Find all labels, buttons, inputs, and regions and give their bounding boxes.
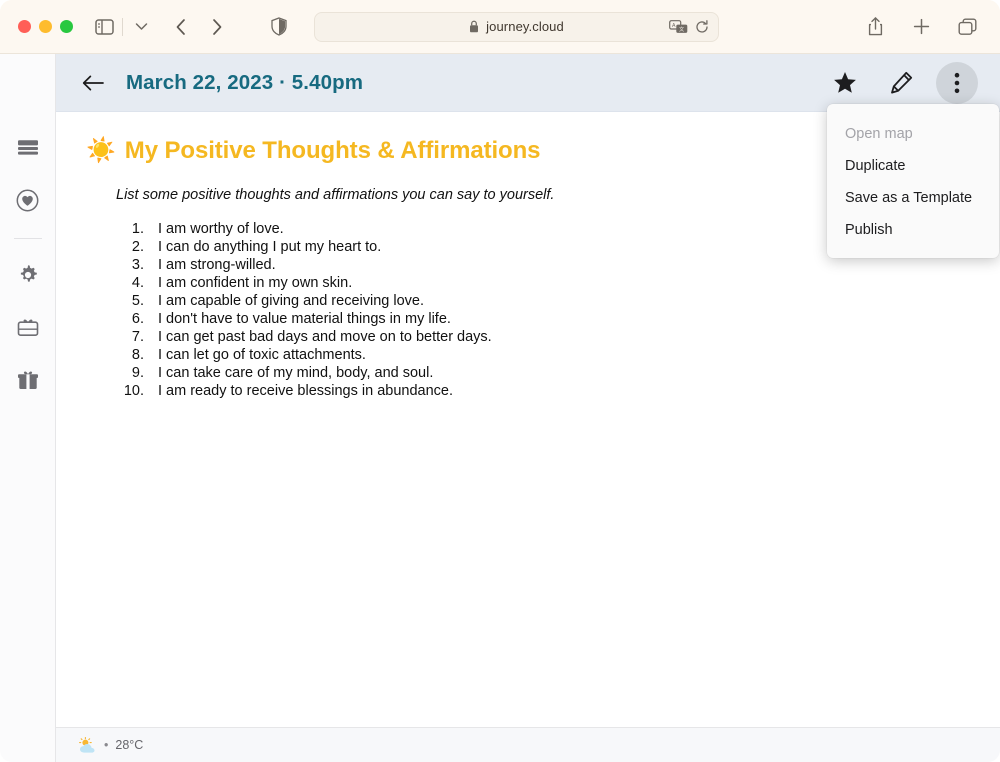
- url-text: journey.cloud: [486, 19, 564, 34]
- translate-icon[interactable]: A文: [669, 19, 688, 34]
- lock-icon: [469, 20, 479, 33]
- gift-card-icon: [17, 318, 39, 337]
- reload-icon[interactable]: [695, 19, 709, 34]
- back-button[interactable]: [82, 75, 104, 91]
- address-bar-content: journey.cloud: [469, 19, 564, 34]
- toolbar-divider: [122, 17, 123, 36]
- menu-item-duplicate[interactable]: Duplicate: [827, 150, 999, 182]
- maximize-window-button[interactable]: [60, 20, 73, 33]
- page-title: March 22, 2023 · 5.40pm: [126, 70, 364, 94]
- share-icon[interactable]: [862, 12, 888, 42]
- list-item: I can take care of my mind, body, and so…: [148, 364, 970, 382]
- gift-box-icon: [17, 369, 39, 390]
- favorite-button[interactable]: [824, 62, 866, 104]
- svg-text:A: A: [672, 23, 676, 29]
- toolbar-right-actions: [862, 12, 986, 42]
- sidebar-item-favorites[interactable]: [10, 182, 46, 218]
- weather-temperature: 28°C: [115, 738, 144, 752]
- more-options-button[interactable]: [936, 61, 978, 104]
- browser-toolbar: journey.cloud A文: [0, 0, 1000, 53]
- privacy-shield-icon[interactable]: [266, 12, 292, 42]
- sidebar-item-journal[interactable]: [10, 130, 46, 166]
- star-icon: [833, 71, 857, 94]
- sidebar-item-settings[interactable]: [10, 257, 46, 293]
- entry-header-actions: [824, 61, 978, 104]
- document-title-text: My Positive Thoughts & Affirmations: [124, 136, 541, 164]
- menu-item-publish[interactable]: Publish: [827, 214, 999, 246]
- plus-icon[interactable]: [908, 12, 934, 42]
- sidebar-item-rewards[interactable]: [10, 361, 46, 397]
- journal-stack-icon: [17, 139, 39, 158]
- app-body: March 22, 2023 · 5.40pm Open map Duplica…: [0, 53, 1000, 762]
- svg-text:文: 文: [679, 25, 685, 33]
- forward-chevron-icon[interactable]: [204, 12, 230, 42]
- minimize-window-button[interactable]: [39, 20, 52, 33]
- browser-window: journey.cloud A文 March 22, 2023 · 5.40pm…: [0, 0, 1000, 762]
- edit-button[interactable]: [880, 62, 922, 104]
- menu-item-open-map[interactable]: Open map: [827, 118, 999, 150]
- list-item: I am confident in my own skin.: [148, 274, 970, 292]
- more-options-menu: Open map Duplicate Save as a Template Pu…: [827, 104, 999, 258]
- back-chevron-icon[interactable]: [168, 12, 194, 42]
- sidebar-divider: [13, 238, 42, 239]
- footer-separator: •: [104, 738, 109, 752]
- address-bar-actions: A文: [669, 19, 709, 34]
- pencil-icon: [890, 71, 913, 94]
- list-item: I can let go of toxic attachments.: [148, 346, 970, 364]
- heart-circle-icon: [16, 189, 39, 212]
- nav-buttons: [168, 12, 230, 42]
- tabs-overview-icon[interactable]: [954, 12, 980, 42]
- sidebar-toggle-icon[interactable]: [91, 12, 117, 42]
- close-window-button[interactable]: [18, 20, 31, 33]
- entry-pane: March 22, 2023 · 5.40pm Open map Duplica…: [56, 54, 1000, 762]
- list-item: I am strong-willed.: [148, 256, 970, 274]
- address-bar[interactable]: journey.cloud A文: [314, 11, 719, 42]
- sidebar-item-membership[interactable]: [10, 309, 46, 345]
- list-item: I am ready to receive blessings in abund…: [148, 382, 970, 400]
- chevron-down-icon[interactable]: [128, 12, 154, 42]
- list-item: I can get past bad days and move on to b…: [148, 328, 970, 346]
- gear-icon: [17, 264, 39, 286]
- app-sidebar: [0, 54, 56, 762]
- sun-behind-cloud-icon: [78, 736, 97, 754]
- entry-footer: • 28°C: [56, 727, 1000, 762]
- menu-item-save-as-template[interactable]: Save as a Template: [827, 182, 999, 214]
- more-options-icon: [954, 72, 960, 94]
- list-item: I don't have to value material things in…: [148, 310, 970, 328]
- sun-emoji-icon: ☀️: [86, 137, 116, 164]
- list-item: I am capable of giving and receiving lov…: [148, 292, 970, 310]
- window-controls: [18, 20, 73, 33]
